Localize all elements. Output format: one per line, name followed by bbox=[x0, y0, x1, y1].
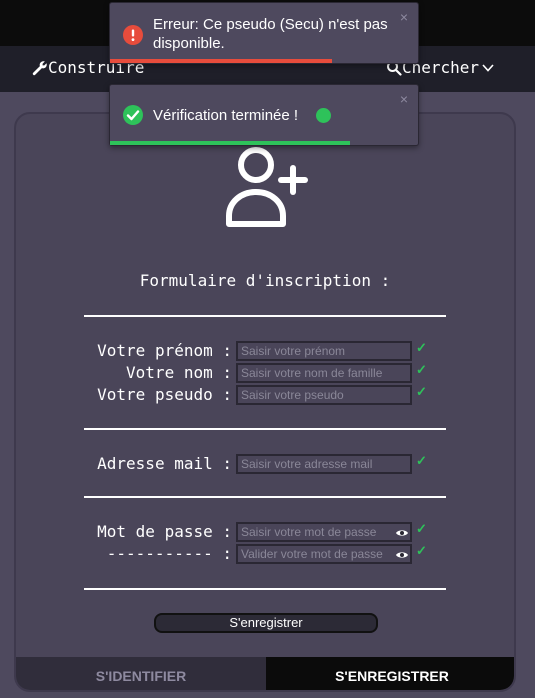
check-icon: ✓ bbox=[416, 340, 427, 355]
check-icon: ✓ bbox=[416, 543, 427, 558]
error-toast: Erreur: Ce pseudo (Secu) n'est pas dispo… bbox=[109, 2, 419, 64]
check-icon: ✓ bbox=[416, 453, 427, 468]
check-icon: ✓ bbox=[416, 384, 427, 399]
status-dot-icon bbox=[316, 108, 331, 123]
error-toast-text: Erreur: Ce pseudo (Secu) n'est pas dispo… bbox=[153, 16, 388, 52]
pseudo-input[interactable] bbox=[236, 385, 412, 405]
success-toast-progress bbox=[110, 141, 351, 145]
password-input[interactable] bbox=[236, 522, 412, 542]
password-confirm-row: ----------- : ✓ bbox=[16, 543, 514, 565]
check-icon: ✓ bbox=[416, 521, 427, 536]
tab-login[interactable]: S'IDENTIFIER bbox=[16, 657, 266, 690]
pseudo-label: Votre pseudo : bbox=[97, 385, 232, 404]
lastname-label: Votre nom : bbox=[126, 363, 232, 382]
email-label: Adresse mail : bbox=[97, 454, 232, 473]
success-toast: Vérification terminée ! × bbox=[109, 84, 419, 146]
close-icon[interactable]: × bbox=[400, 9, 408, 25]
chevron-down-icon bbox=[481, 61, 495, 75]
register-submit-button[interactable]: S'enregistrer bbox=[154, 613, 378, 633]
form-title: Formulaire d'inscription : bbox=[139, 271, 391, 290]
firstname-row: Votre prénom : ✓ bbox=[16, 340, 514, 362]
eye-icon[interactable] bbox=[395, 525, 409, 543]
divider bbox=[84, 315, 446, 317]
password-confirm-label: ----------- : bbox=[106, 544, 232, 563]
user-plus-icon bbox=[221, 142, 311, 237]
error-icon bbox=[123, 25, 143, 50]
success-check-icon bbox=[123, 105, 143, 130]
pseudo-row: Votre pseudo : ✓ bbox=[16, 384, 514, 406]
lastname-row: Votre nom : ✓ bbox=[16, 362, 514, 384]
firstname-input[interactable] bbox=[236, 341, 412, 361]
password-row: Mot de passe : ✓ bbox=[16, 521, 514, 543]
password-confirm-input[interactable] bbox=[236, 544, 412, 564]
divider bbox=[84, 588, 446, 590]
register-card: Formulaire d'inscription : Votre prénom … bbox=[14, 112, 516, 692]
password-label: Mot de passe : bbox=[97, 522, 232, 541]
tab-register[interactable]: S'ENREGISTRER bbox=[266, 657, 514, 690]
success-toast-text: Vérification terminée ! bbox=[153, 107, 299, 124]
divider bbox=[84, 428, 446, 430]
email-row: Adresse mail : ✓ bbox=[16, 453, 514, 475]
wrench-icon bbox=[32, 60, 48, 76]
check-icon: ✓ bbox=[416, 362, 427, 377]
close-icon[interactable]: × bbox=[400, 91, 408, 107]
lastname-input[interactable] bbox=[236, 363, 412, 383]
divider bbox=[84, 496, 446, 498]
firstname-label: Votre prénom : bbox=[97, 341, 232, 360]
email-input[interactable] bbox=[236, 454, 412, 474]
error-toast-progress bbox=[110, 59, 332, 63]
eye-icon[interactable] bbox=[395, 547, 409, 565]
